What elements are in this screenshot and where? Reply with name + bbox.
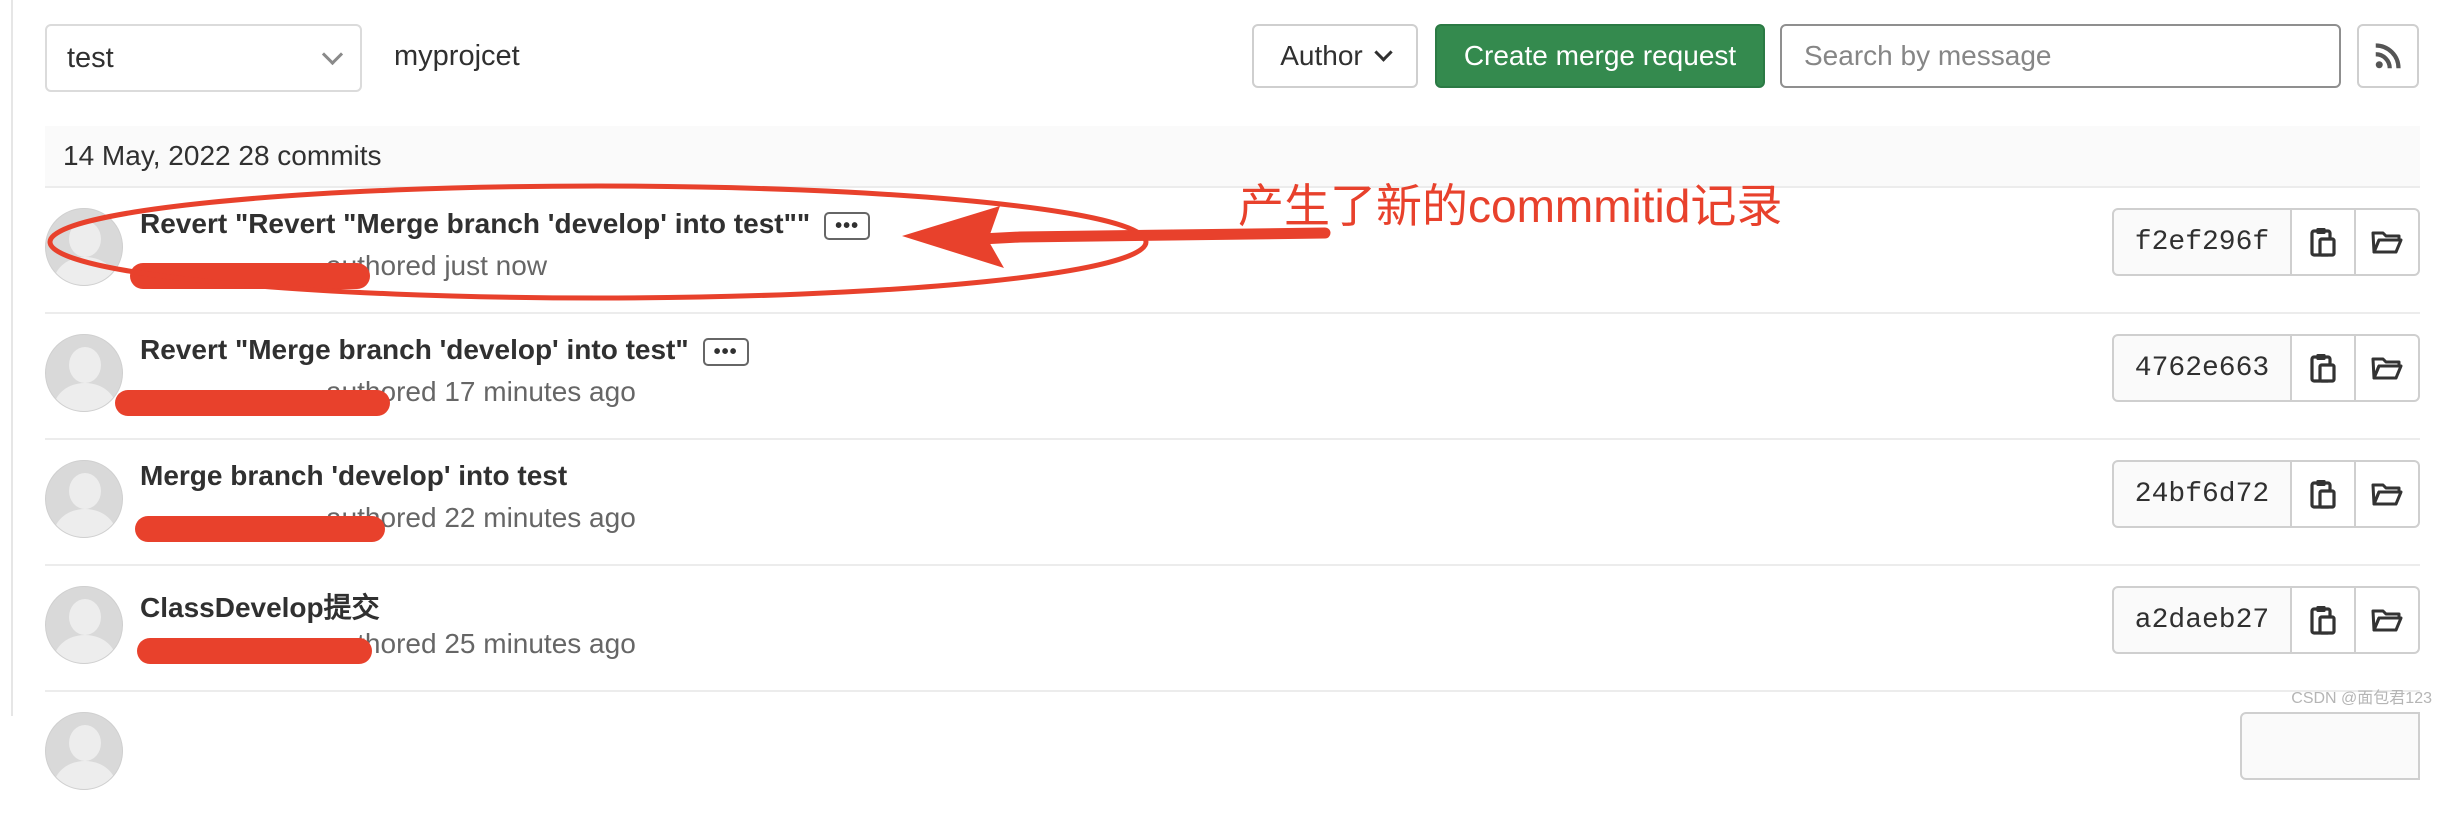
commit-row: Merge branch 'develop' into test authore… bbox=[45, 440, 2420, 566]
clipboard-icon bbox=[2310, 354, 2336, 383]
commit-sha[interactable]: 4762e663 bbox=[2112, 334, 2292, 402]
copy-sha-button[interactable] bbox=[2292, 208, 2356, 276]
branch-select-value: test bbox=[67, 41, 114, 74]
commit-row-partial bbox=[45, 692, 2420, 818]
avatar[interactable] bbox=[45, 334, 123, 412]
commit-sha-group: 4762e663 bbox=[2112, 334, 2420, 402]
commit-sha[interactable]: a2daeb27 bbox=[2112, 586, 2292, 654]
annotation-text: 产生了新的commmitid记录 bbox=[1238, 180, 1783, 232]
commit-row: Revert "Merge branch 'develop' into test… bbox=[45, 314, 2420, 440]
folder-open-icon bbox=[2371, 357, 2403, 380]
commit-row: ClassDevelop提交 authored 25 minutes ago a… bbox=[45, 566, 2420, 692]
project-name: myprojcet bbox=[394, 40, 520, 72]
author-filter-label: Author bbox=[1280, 40, 1363, 71]
avatar[interactable] bbox=[45, 586, 123, 664]
browse-files-button[interactable] bbox=[2356, 460, 2420, 528]
copy-sha-button[interactable] bbox=[2292, 460, 2356, 528]
clipboard-icon bbox=[2310, 606, 2336, 635]
commit-title-link[interactable]: Revert "Revert "Merge branch 'develop' i… bbox=[140, 208, 810, 239]
commits-day-header: 14 May, 2022 28 commits bbox=[45, 126, 2420, 188]
toggle-description-button[interactable]: ••• bbox=[702, 337, 749, 366]
commit-title-link[interactable]: Revert "Merge branch 'develop' into test… bbox=[140, 334, 689, 365]
commit-title-row: Revert "Revert "Merge branch 'develop' i… bbox=[140, 208, 871, 240]
commit-authored-time: authored 25 minutes ago bbox=[326, 628, 636, 659]
avatar[interactable] bbox=[45, 460, 123, 538]
rss-feed-button[interactable] bbox=[2357, 24, 2419, 88]
commit-sha-group bbox=[2240, 712, 2420, 780]
author-filter-button[interactable]: Author bbox=[1252, 24, 1418, 88]
chevron-down-icon bbox=[321, 43, 344, 65]
browse-files-button[interactable] bbox=[2356, 586, 2420, 654]
watermark: CSDN @面包君123 bbox=[2291, 690, 2432, 707]
commit-title-row: Merge branch 'develop' into test bbox=[140, 460, 567, 492]
chevron-down-icon bbox=[1374, 42, 1393, 62]
redaction-mark bbox=[130, 263, 370, 289]
search-commits-input[interactable] bbox=[1780, 24, 2341, 88]
browse-files-button[interactable] bbox=[2356, 208, 2420, 276]
browse-files-button[interactable] bbox=[2356, 334, 2420, 402]
commit-sha-group: 24bf6d72 bbox=[2112, 460, 2420, 528]
commit-title-row: Revert "Merge branch 'develop' into test… bbox=[140, 334, 749, 366]
rss-icon bbox=[2375, 43, 2401, 69]
commit-sha-group: f2ef296f bbox=[2112, 208, 2420, 276]
commit-row: Revert "Revert "Merge branch 'develop' i… bbox=[45, 188, 2420, 314]
redaction-mark bbox=[115, 390, 390, 416]
clipboard-icon bbox=[2310, 228, 2336, 257]
folder-open-icon bbox=[2371, 483, 2403, 506]
copy-sha-button[interactable] bbox=[2292, 586, 2356, 654]
redaction-mark bbox=[137, 638, 372, 664]
toggle-description-button[interactable]: ••• bbox=[824, 211, 871, 240]
create-merge-request-button[interactable]: Create merge request bbox=[1435, 24, 1765, 88]
commit-title-link[interactable]: Merge branch 'develop' into test bbox=[140, 460, 567, 491]
page-left-border bbox=[11, 0, 13, 716]
folder-open-icon bbox=[2371, 609, 2403, 632]
redaction-mark bbox=[135, 516, 385, 542]
commit-title-row: ClassDevelop提交 bbox=[140, 586, 380, 626]
commit-title-link[interactable]: ClassDevelop提交 bbox=[140, 592, 380, 623]
avatar[interactable] bbox=[45, 712, 123, 790]
folder-open-icon bbox=[2371, 231, 2403, 254]
commit-sha-partial[interactable] bbox=[2240, 712, 2420, 780]
branch-select[interactable]: test bbox=[45, 24, 362, 92]
clipboard-icon bbox=[2310, 480, 2336, 509]
commit-sha[interactable]: 24bf6d72 bbox=[2112, 460, 2292, 528]
copy-sha-button[interactable] bbox=[2292, 334, 2356, 402]
avatar[interactable] bbox=[45, 208, 123, 286]
commit-sha[interactable]: f2ef296f bbox=[2112, 208, 2292, 276]
commit-sha-group: a2daeb27 bbox=[2112, 586, 2420, 654]
